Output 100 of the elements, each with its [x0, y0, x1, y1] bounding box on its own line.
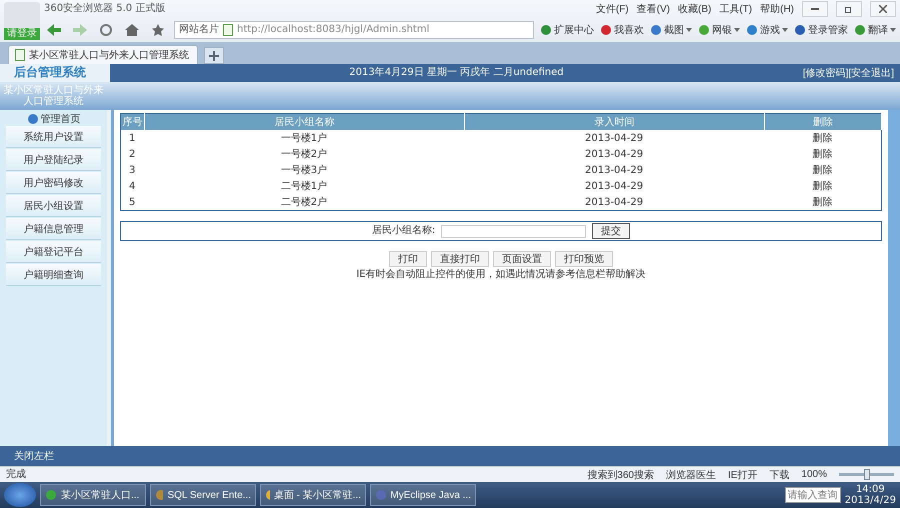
sidebar-item[interactable]: 系统用户设置	[6, 126, 101, 148]
status-button[interactable]: 浏览器医生	[666, 468, 716, 482]
new-tab-button[interactable]	[204, 47, 224, 64]
toolbar-icon	[854, 24, 866, 36]
system-name: 人口管理系统	[24, 96, 84, 108]
table-cell: 二号楼2户	[144, 194, 464, 210]
sidebar-item[interactable]: 户籍明细查询	[6, 264, 101, 286]
toolbar-icon	[540, 24, 552, 36]
search-field[interactable]: 请输入查询	[784, 487, 841, 503]
header-link[interactable]: [安全退出]	[848, 66, 894, 80]
site-card-label: 网站名片	[179, 24, 219, 36]
table-cell: 2	[120, 146, 144, 162]
table-cell: 3	[120, 162, 144, 178]
toolbar-icon	[650, 24, 662, 36]
toolbar-icon	[600, 24, 612, 36]
scrollbar[interactable]	[888, 110, 900, 446]
sidebar-item[interactable]: 户籍登记平台	[6, 241, 101, 263]
restore-icon	[845, 5, 853, 13]
close-icon	[879, 5, 887, 13]
app-icon	[155, 489, 164, 501]
date-text: 2013年4月29日 星期一 丙戌年 二月undefined	[349, 67, 564, 79]
browser-tab[interactable]: 某小区常驻人口与外来人口管理系统	[8, 45, 198, 64]
submit-button[interactable]: 提交	[592, 223, 630, 239]
sidebar-item[interactable]: 居民小组设置	[6, 195, 101, 217]
column-header: 序号	[120, 114, 144, 130]
status-button[interactable]: 搜索到360搜索	[587, 468, 654, 482]
sidebar-item[interactable]: 用户登陆纪录	[6, 149, 101, 171]
close-sidebar-link[interactable]: 关闭左栏	[14, 449, 54, 463]
app-title: 后台管理系统	[14, 66, 86, 80]
table-cell-text: 2013-04-29	[584, 148, 644, 162]
restore-button[interactable]	[836, 1, 862, 17]
delete-link[interactable]: 删除	[812, 147, 832, 161]
print-button[interactable]: 打印预览	[555, 251, 613, 267]
taskbar-item[interactable]: MyEclipse Java ...	[370, 484, 476, 506]
minimize-button[interactable]	[802, 1, 828, 17]
menu-item[interactable]: 查看(V)	[636, 2, 670, 16]
status-button[interactable]: IE打开	[728, 468, 758, 482]
taskbar-item[interactable]: 某小区常驻人口...	[40, 484, 146, 506]
menu-item[interactable]: 帮助(H)	[760, 2, 794, 16]
toolbar-button[interactable]: 网银	[698, 23, 740, 37]
sidebar-item[interactable]: 用户密码修改	[6, 172, 101, 194]
delete-link[interactable]: 删除	[812, 179, 832, 193]
table-cell: 2013-04-29	[464, 194, 765, 210]
input-field[interactable]	[441, 224, 586, 238]
app-icon	[375, 489, 386, 501]
print-button[interactable]: 打印	[389, 251, 427, 267]
start-button[interactable]	[4, 483, 36, 507]
table-cell: 5	[120, 194, 144, 210]
menu-item[interactable]: 文件(F)	[596, 2, 629, 16]
url-text: http://localhost:8083/hjgl/Admin.shtml	[237, 24, 430, 36]
page-icon	[223, 24, 233, 36]
toolbar-icon	[698, 24, 710, 36]
taskbar-item[interactable]: SQL Server Ente...	[150, 484, 256, 506]
close-button[interactable]	[870, 1, 896, 17]
toolbar-button[interactable]: 登录管家	[794, 23, 848, 37]
toolbar-button[interactable]: 扩展中心	[540, 23, 594, 37]
print-button[interactable]: 页面设置	[493, 251, 551, 267]
delete-link[interactable]: 删除	[812, 195, 832, 209]
zoom-button[interactable]: 100%	[801, 469, 827, 480]
toolbar-icon	[746, 24, 758, 36]
taskbar-item[interactable]: 桌面 - 某小区常驻...	[260, 484, 366, 506]
toolbar-button[interactable]: 游戏	[746, 23, 788, 37]
page-icon	[15, 49, 25, 61]
help-note: IE有时会自动阻止控件的使用，如遇此情况请参考信息栏帮助解决	[356, 269, 646, 280]
delete-link[interactable]: 删除	[812, 163, 832, 177]
toolbar-button[interactable]: 截图	[650, 23, 692, 37]
field-label: 居民小组名称:	[372, 225, 436, 237]
address-bar[interactable]: 网站名片 http://localhost:8083/hjgl/Admin.shtml	[174, 21, 534, 39]
app-icon	[265, 489, 270, 501]
table-cell: 4	[120, 178, 144, 194]
app-icon	[45, 489, 57, 501]
header-link[interactable]: [修改密码]	[802, 66, 848, 80]
home-link[interactable]: 管理首页	[26, 112, 80, 126]
table-cell-text: 二号楼1户	[280, 180, 328, 194]
window-title: 360安全浏览器 5.0 正式版	[44, 3, 166, 15]
minimize-icon	[811, 8, 819, 10]
print-button[interactable]: 直接打印	[431, 251, 489, 267]
column-header: 居民小组名称	[144, 114, 464, 130]
delete-link[interactable]: 删除	[812, 131, 832, 145]
clock-date: 2013/4/29	[844, 495, 896, 506]
status-button[interactable]: 下载	[769, 468, 790, 482]
toolbar-button[interactable]: 我喜欢	[600, 23, 644, 37]
column-header: 录入时间	[464, 114, 765, 130]
table-cell: 一号楼1户	[144, 130, 464, 146]
table-cell-text: 一号楼2户	[280, 148, 328, 162]
plus-icon	[209, 50, 219, 60]
toolbar-button[interactable]: 翻译	[854, 23, 896, 37]
table-cell-text: 2013-04-29	[584, 180, 644, 194]
status-text: 完成	[6, 468, 26, 480]
sidebar-item[interactable]: 户籍信息管理	[6, 218, 101, 240]
menu-item[interactable]: 收藏(B)	[678, 2, 712, 16]
table-cell-text: 一号楼3户	[280, 164, 328, 178]
system-name: 某小区常驻人口与外来	[4, 84, 104, 96]
menu-item[interactable]: 工具(T)	[719, 2, 752, 16]
table-cell-text: 2013-04-29	[584, 164, 644, 178]
table-cell: 1	[120, 130, 144, 146]
column-header: 删除	[764, 114, 882, 130]
clock-time: 14:09	[856, 484, 885, 495]
toolbar-icon	[794, 24, 806, 36]
table-cell: 2013-04-29	[464, 130, 765, 146]
